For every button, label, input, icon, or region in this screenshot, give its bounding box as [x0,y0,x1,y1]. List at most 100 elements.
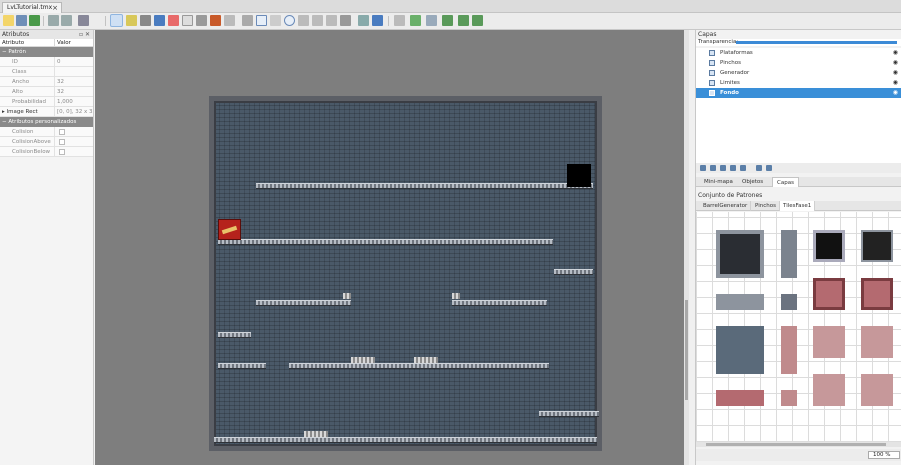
tile[interactable] [716,390,764,406]
tile[interactable] [781,230,797,278]
tile-map[interactable] [209,96,602,451]
visibility-eye-icon[interactable]: ◉ [893,78,898,88]
visibility-eye-icon[interactable]: ◉ [893,58,898,68]
tile[interactable] [781,326,797,374]
delete-layer-icon[interactable] [740,165,746,171]
rectangle-icon[interactable] [256,15,267,26]
group-tile[interactable]: − Patrón [0,47,93,57]
tab-objects[interactable]: Objetos [738,177,767,187]
magic-wand-icon[interactable] [210,15,221,26]
tile[interactable] [813,278,845,310]
property-row[interactable]: Ancho 32 [0,77,93,87]
scroll-thumb[interactable] [706,443,886,446]
rect-select-icon[interactable] [196,15,207,26]
tile[interactable] [861,278,893,310]
random-mode-icon[interactable] [394,15,405,26]
duplicate-layer-icon[interactable] [730,165,736,171]
template-icon[interactable] [326,15,337,26]
map-canvas-area[interactable] [95,30,689,465]
opacity-slider[interactable] [736,41,897,44]
tile[interactable] [716,294,764,310]
shape-fill-icon[interactable] [168,15,179,26]
panel-float-close-icon[interactable]: ▫ ✕ [79,30,90,39]
colision-below-checkbox[interactable] [59,149,65,155]
custom-property-row[interactable]: Colision [0,127,93,137]
tile[interactable] [861,374,893,406]
layer-item[interactable]: Plataformas ◉ [696,48,901,58]
command-icon[interactable] [78,15,89,26]
text-icon[interactable] [340,15,351,26]
tileset-grid[interactable] [696,212,901,442]
visibility-eye-icon[interactable]: ◉ [893,88,898,98]
open-file-icon[interactable] [16,15,27,26]
flip-horizontal-icon[interactable] [426,15,437,26]
new-file-icon[interactable] [3,15,14,26]
tab-minimap[interactable]: Mini-mapa [700,177,737,187]
tile[interactable] [781,390,797,406]
tile[interactable] [716,326,764,374]
property-row[interactable]: ID 0 [0,57,93,67]
eraser-icon[interactable] [182,15,193,26]
tile-object-icon[interactable] [312,15,323,26]
zoom-select[interactable]: 100 % [868,451,900,459]
layer-item[interactable]: Limites ◉ [696,78,901,88]
tile[interactable] [861,230,893,262]
show-hide-others-icon[interactable] [756,165,762,171]
property-value[interactable]: 1,000 [55,97,93,106]
colision-above-checkbox[interactable] [59,139,65,145]
tab-layers[interactable]: Capas [772,177,799,187]
property-value[interactable] [55,67,93,76]
property-row[interactable]: ▸ Image Rect [0, 0], 32 x 32 [0,107,93,117]
rotate-left-icon[interactable] [458,15,469,26]
group-custom-attributes[interactable]: − Atributos personalizados [0,117,93,127]
tile[interactable] [781,294,797,310]
terrain-brush-icon[interactable] [126,15,137,26]
custom-property-row[interactable]: ColisionAbove [0,137,93,147]
layer-item[interactable]: Pinchos ◉ [696,58,901,68]
bucket-fill-icon[interactable] [154,15,165,26]
undo-icon[interactable] [48,15,59,26]
rotate-right-icon[interactable] [472,15,483,26]
save-icon[interactable] [29,15,40,26]
lock-layer-icon[interactable] [766,165,772,171]
new-layer-icon[interactable] [700,165,706,171]
tab-tilesfase1[interactable]: TilesFase1 [780,201,816,211]
canvas-vertical-scrollbar[interactable] [684,30,689,465]
redo-icon[interactable] [61,15,72,26]
move-icon[interactable] [372,15,383,26]
tile[interactable] [813,230,845,262]
wang-brush-icon[interactable] [140,15,151,26]
layer-item[interactable]: Generador ◉ [696,68,901,78]
tile[interactable] [813,374,845,406]
tileset-horizontal-scrollbar[interactable] [696,442,901,447]
colision-checkbox[interactable] [59,129,65,135]
tile[interactable] [716,230,764,278]
same-tile-select-icon[interactable] [224,15,235,26]
tile[interactable] [861,326,893,358]
tile[interactable] [813,326,845,358]
property-row[interactable]: Class [0,67,93,77]
layer-item-active[interactable]: Fondo ◉ [696,88,901,98]
ellipse-icon[interactable] [284,15,295,26]
visibility-eye-icon[interactable]: ◉ [893,48,898,58]
world-tool-icon[interactable] [358,15,369,26]
wang-fill-mode-icon[interactable] [410,15,421,26]
stamp-brush-icon[interactable] [110,14,123,27]
custom-property-row[interactable]: ColisionBelow [0,147,93,157]
scroll-thumb[interactable] [685,300,688,400]
tab-pinchos[interactable]: Pinchos [752,201,780,211]
opacity-row: Transparencia: [696,39,901,46]
point-icon[interactable] [270,15,281,26]
close-tab-icon[interactable]: × [52,3,58,13]
polygon-icon[interactable] [298,15,309,26]
property-key: ColisionAbove [0,137,55,146]
property-row[interactable]: Alto 32 [0,87,93,97]
select-objects-icon[interactable] [242,15,253,26]
flip-vertical-icon[interactable] [442,15,453,26]
lower-layer-icon[interactable] [720,165,726,171]
tab-barrel-generator[interactable]: BarrelGenerator [700,201,752,211]
visibility-eye-icon[interactable]: ◉ [893,68,898,78]
document-tab[interactable]: LvLTutorial.tmx × [2,2,62,13]
property-row[interactable]: Probabilidad 1,000 [0,97,93,107]
raise-layer-icon[interactable] [710,165,716,171]
